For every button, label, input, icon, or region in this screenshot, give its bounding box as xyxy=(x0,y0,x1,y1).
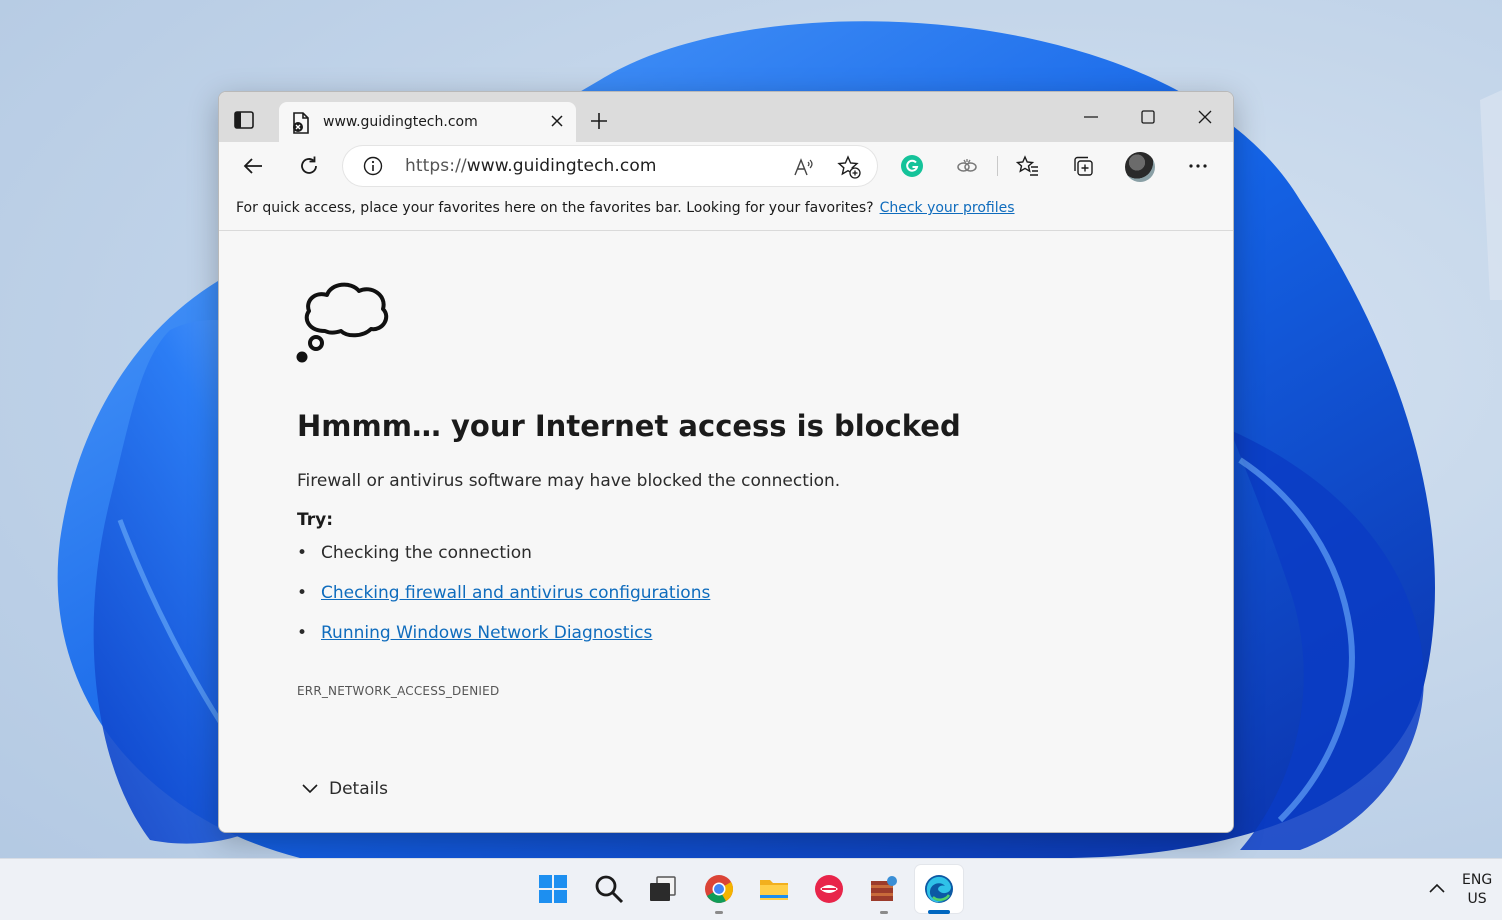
chrome-icon[interactable] xyxy=(703,873,735,905)
file-explorer-icon[interactable] xyxy=(758,873,790,905)
region-code: US xyxy=(1467,891,1487,907)
edge-icon[interactable] xyxy=(923,873,955,905)
profile-avatar[interactable] xyxy=(1125,152,1155,182)
list-item: • Checking firewall and antivirus configu… xyxy=(297,583,711,603)
language-code: ENG xyxy=(1462,872,1493,888)
running-indicator xyxy=(880,911,888,914)
check-profiles-link[interactable]: Check your profiles xyxy=(880,200,1015,216)
chevron-down-icon xyxy=(302,784,318,794)
read-aloud-icon[interactable] xyxy=(793,156,815,178)
start-icon[interactable] xyxy=(537,873,569,905)
try-label: Try: xyxy=(297,510,333,530)
search-icon[interactable] xyxy=(593,873,625,905)
error-code: ERR_NETWORK_ACCESS_DENIED xyxy=(297,684,500,698)
error-page-icon xyxy=(293,112,309,134)
tab-actions-icon[interactable] xyxy=(233,109,255,131)
maximize-icon[interactable] xyxy=(1137,106,1159,128)
task-view-icon[interactable] xyxy=(647,873,679,905)
favorites-icon[interactable] xyxy=(1016,154,1040,178)
close-window-icon[interactable] xyxy=(1194,106,1216,128)
running-indicator xyxy=(715,911,723,914)
favorites-bar: For quick access, place your favorites h… xyxy=(219,190,1233,231)
url-host: www.guidingtech.com xyxy=(466,156,657,176)
list-item: • Running Windows Network Diagnostics xyxy=(297,623,653,643)
details-label: Details xyxy=(329,779,388,799)
language-indicator[interactable]: ENG US xyxy=(1462,871,1492,909)
grammarly-icon[interactable] xyxy=(900,154,924,178)
winrar-icon[interactable] xyxy=(868,873,900,905)
suggestion-list: • Checking the connection • Checking firew… xyxy=(297,541,710,661)
back-arrow-icon[interactable] xyxy=(241,154,265,178)
address-bar[interactable]: https://www.guidingtech.com xyxy=(343,146,877,186)
details-toggle[interactable]: Details xyxy=(301,779,388,799)
error-heading: Hmmm… your Internet access is blocked xyxy=(297,409,961,443)
navigation-toolbar: https://www.guidingtech.com xyxy=(219,142,1233,190)
refresh-icon[interactable] xyxy=(297,154,321,178)
tab-guidingtech[interactable]: www.guidingtech.com xyxy=(279,102,576,144)
site-info-icon[interactable] xyxy=(363,156,383,176)
error-description: Firewall or antivirus software may have … xyxy=(297,471,841,491)
favorites-bar-text: For quick access, place your favorites h… xyxy=(236,200,874,216)
tab-title: www.guidingtech.com xyxy=(323,114,478,130)
collections-icon[interactable] xyxy=(1071,154,1095,178)
error-page: Hmmm… your Internet access is blocked Fi… xyxy=(219,231,1233,832)
add-favorite-icon[interactable] xyxy=(837,155,861,179)
url-scheme: https:// xyxy=(405,156,467,176)
close-tab-icon[interactable] xyxy=(550,114,564,128)
more-options-icon[interactable] xyxy=(1186,154,1210,178)
new-tab-icon[interactable] xyxy=(589,111,609,131)
extensions-link-icon[interactable] xyxy=(955,154,979,178)
network-diagnostics-link[interactable]: Running Windows Network Diagnostics xyxy=(321,623,652,643)
firewall-antivirus-link[interactable]: Checking firewall and antivirus configur… xyxy=(321,583,710,603)
thought-cloud-icon xyxy=(296,282,389,363)
favorites-bar-message: For quick access, place your favorites h… xyxy=(236,200,1015,216)
minimize-icon[interactable] xyxy=(1080,106,1102,128)
taskbar: ENG US xyxy=(0,858,1502,920)
toolbar-separator xyxy=(997,156,998,176)
suggestion-check-connection: Checking the connection xyxy=(321,543,532,563)
address-url[interactable]: https://www.guidingtech.com xyxy=(405,156,657,176)
active-app-indicator xyxy=(928,910,950,914)
app-icon[interactable] xyxy=(813,873,845,905)
browser-window: www.guidingtech.com https://www.guidingt… xyxy=(218,91,1234,833)
tab-strip: www.guidingtech.com xyxy=(219,92,1233,144)
list-item: • Checking the connection xyxy=(297,543,532,563)
chevron-up-icon[interactable] xyxy=(1426,877,1448,899)
